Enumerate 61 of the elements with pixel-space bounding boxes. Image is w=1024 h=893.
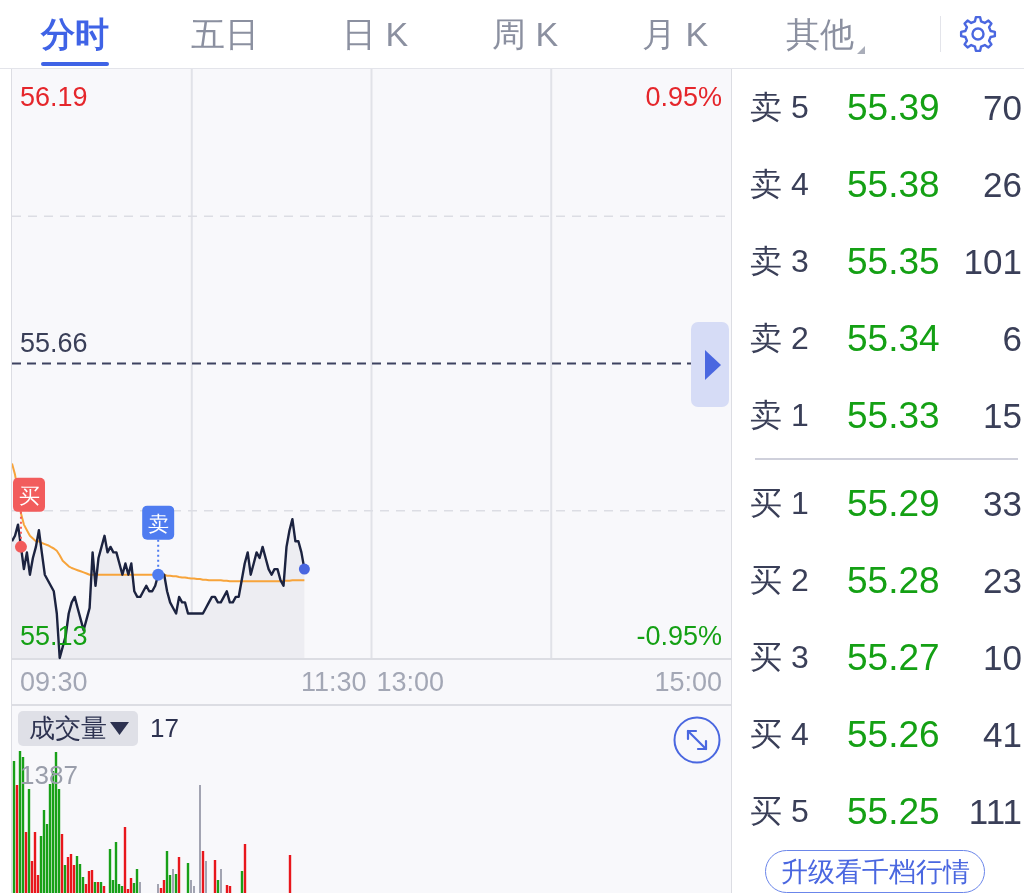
ask-volume: 15: [983, 395, 1022, 436]
ask-volume: 6: [1002, 318, 1022, 359]
sell-point-dot: [152, 568, 165, 581]
corner-triangle-icon: [856, 46, 865, 54]
last-price-dot: [298, 563, 310, 575]
caret-down-icon: [110, 722, 129, 735]
period-tab[interactable]: 分时: [0, 0, 150, 68]
ask-volume: 101: [963, 241, 1022, 282]
bid-price: 55.28: [847, 559, 940, 602]
bid-level-label: 买 3: [750, 637, 810, 677]
ask-price: 55.38: [847, 163, 940, 206]
ask-price: 55.33: [847, 394, 940, 437]
volume-value: 17: [150, 712, 179, 745]
ask-level-label: 卖 5: [750, 87, 810, 127]
price-axis-label: 56.19: [20, 82, 88, 112]
sell-leader-line: [157, 538, 160, 570]
bid-price: 55.29: [847, 482, 940, 525]
bid-volume: 10: [983, 637, 1022, 678]
change-percent-label: -0.95%: [636, 621, 722, 651]
price-axis-label: 55.66: [20, 327, 88, 358]
bid-volume: 23: [983, 560, 1022, 601]
change-percent-label: 0.95%: [645, 82, 722, 112]
volume-bar: [288, 855, 292, 893]
expand-icon[interactable]: [673, 716, 721, 764]
period-tab[interactable]: 日 K: [300, 0, 450, 68]
triangle-right-icon: [705, 349, 721, 380]
ask-level-label: 卖 4: [750, 164, 810, 204]
ask-price: 55.34: [847, 317, 940, 360]
bid-level-label: 买 2: [750, 560, 810, 600]
time-axis-label: 09:30: [20, 667, 88, 697]
bid-volume: 111: [968, 791, 1022, 832]
time-axis-label: 13:00: [376, 667, 445, 697]
time-axis-label: 15:00: [654, 667, 722, 697]
bid-price: 55.26: [847, 713, 940, 756]
sell-tag: 卖: [142, 505, 175, 540]
bid-price: 55.27: [847, 636, 940, 679]
indicator-dropdown[interactable]: 成交量: [18, 711, 138, 746]
bid-volume: 41: [983, 714, 1022, 755]
settings-icon[interactable]: [959, 15, 997, 53]
ask-level-label: 卖 3: [750, 241, 810, 281]
period-tab[interactable]: 月 K: [600, 0, 750, 68]
ask-price: 55.35: [847, 240, 940, 283]
ask-level-label: 卖 1: [750, 395, 810, 435]
period-tab[interactable]: 五日: [150, 0, 300, 68]
bid-volume: 33: [983, 483, 1022, 524]
bid-level-label: 买 5: [750, 791, 810, 831]
buy-tag: 买: [13, 477, 45, 512]
ask-volume: 70: [983, 87, 1022, 128]
ask-price: 55.39: [847, 86, 940, 129]
upgrade-button[interactable]: 升级看千档行情: [765, 850, 985, 893]
collapse-handle[interactable]: [691, 322, 729, 407]
bid-level-label: 买 1: [750, 483, 810, 523]
bid-level-label: 买 4: [750, 714, 810, 754]
more-menu-tab[interactable]: 其他: [750, 0, 900, 68]
buy-leader-line: [19, 510, 22, 542]
period-tab[interactable]: 周 K: [450, 0, 600, 68]
time-axis-label: 11:30: [300, 667, 367, 697]
buy-point-dot: [14, 540, 27, 553]
bid-price: 55.25: [847, 790, 940, 833]
ask-volume: 26: [983, 164, 1022, 205]
ask-level-label: 卖 2: [750, 318, 810, 358]
